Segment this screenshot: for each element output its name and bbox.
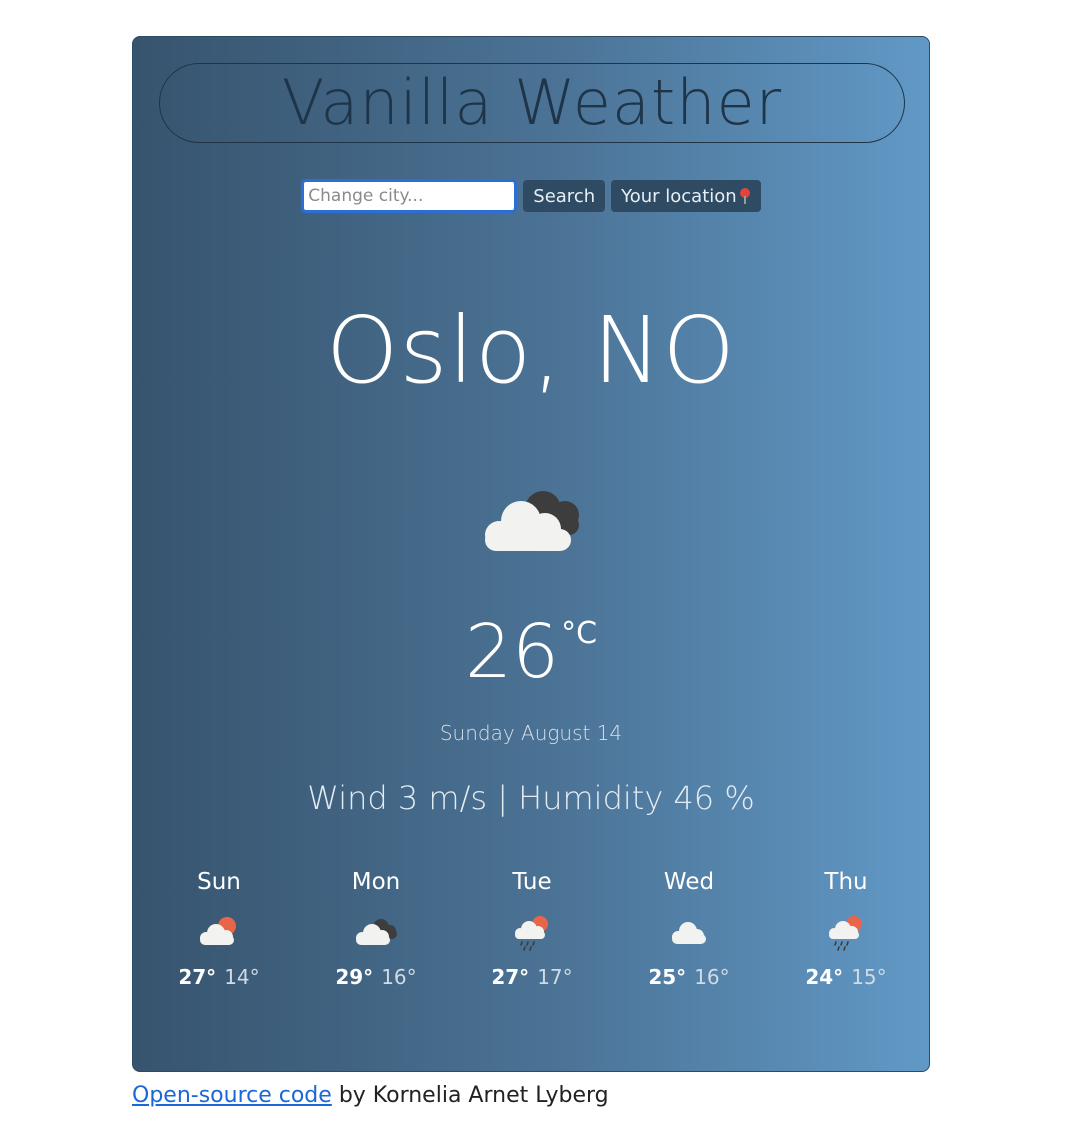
forecast-max: 27° <box>491 965 530 989</box>
your-location-label: Your location <box>621 185 737 207</box>
current-temperature: 26 °C <box>133 615 929 689</box>
forecast-day: Tue 27° 17° <box>462 869 602 989</box>
wind-humidity: Wind 3 m/s | Humidity 46 % <box>307 779 755 817</box>
forecast-temps: 27° 14° <box>149 965 289 989</box>
footer-credit: by Kornelia Arnet Lyberg <box>338 1083 609 1108</box>
forecast-day: Mon 29° 16° <box>306 869 446 989</box>
forecast-day: Thu 24° 15° <box>776 869 916 989</box>
forecast-max: 25° <box>648 965 687 989</box>
weather-card: Vanilla Weather Search Your location Osl… <box>132 36 930 1072</box>
forecast-day: Wed 25° 16° <box>619 869 759 989</box>
forecast-temps: 25° 16° <box>619 965 759 989</box>
forecast-day-name: Mon <box>351 869 401 895</box>
footer: Open-source code by Kornelia Arnet Lyber… <box>132 1083 609 1108</box>
forecast-min: 17° <box>537 965 573 989</box>
partly-cloudy-sun-icon <box>200 917 236 945</box>
forecast-day-name: Sun <box>197 869 241 895</box>
broken-clouds-icon <box>356 919 397 945</box>
temperature-unit: °C <box>561 616 598 651</box>
rain-sun-icon <box>515 916 548 951</box>
forecast-max: 24° <box>805 965 844 989</box>
rain-sun-icon <box>829 916 862 951</box>
forecast-min: 14° <box>224 965 260 989</box>
forecast-day-name: Wed <box>663 869 715 895</box>
app-title: Vanilla Weather <box>281 66 783 139</box>
forecast-day: Sun 27° 14° <box>149 869 289 989</box>
forecast-max: 29° <box>335 965 374 989</box>
forecast-temps: 27° 17° <box>462 965 602 989</box>
location-pin-icon <box>739 187 751 205</box>
search-button[interactable]: Search <box>523 180 606 212</box>
app-title-banner: Vanilla Weather <box>159 63 905 143</box>
cloud-icon <box>672 922 706 944</box>
search-form: Search Your location <box>133 179 929 213</box>
current-date: Sunday August 14 <box>439 721 623 745</box>
forecast-min: 16° <box>381 965 417 989</box>
your-location-button[interactable]: Your location <box>611 180 761 212</box>
city-search-input[interactable] <box>301 179 518 213</box>
search-button-label: Search <box>533 185 596 207</box>
forecast-day-name: Thu <box>824 869 868 895</box>
open-source-code-link[interactable]: Open-source code <box>132 1083 332 1108</box>
forecast-day-name: Tue <box>512 869 552 895</box>
broken-clouds-icon <box>485 491 579 551</box>
city-name: Oslo, NO <box>326 297 736 404</box>
forecast-temps: 24° 15° <box>776 965 916 989</box>
forecast-temps: 29° 16° <box>306 965 446 989</box>
temperature-value: 26 <box>464 609 560 695</box>
forecast-min: 16° <box>694 965 730 989</box>
forecast-min: 15° <box>851 965 887 989</box>
forecast-max: 27° <box>178 965 217 989</box>
